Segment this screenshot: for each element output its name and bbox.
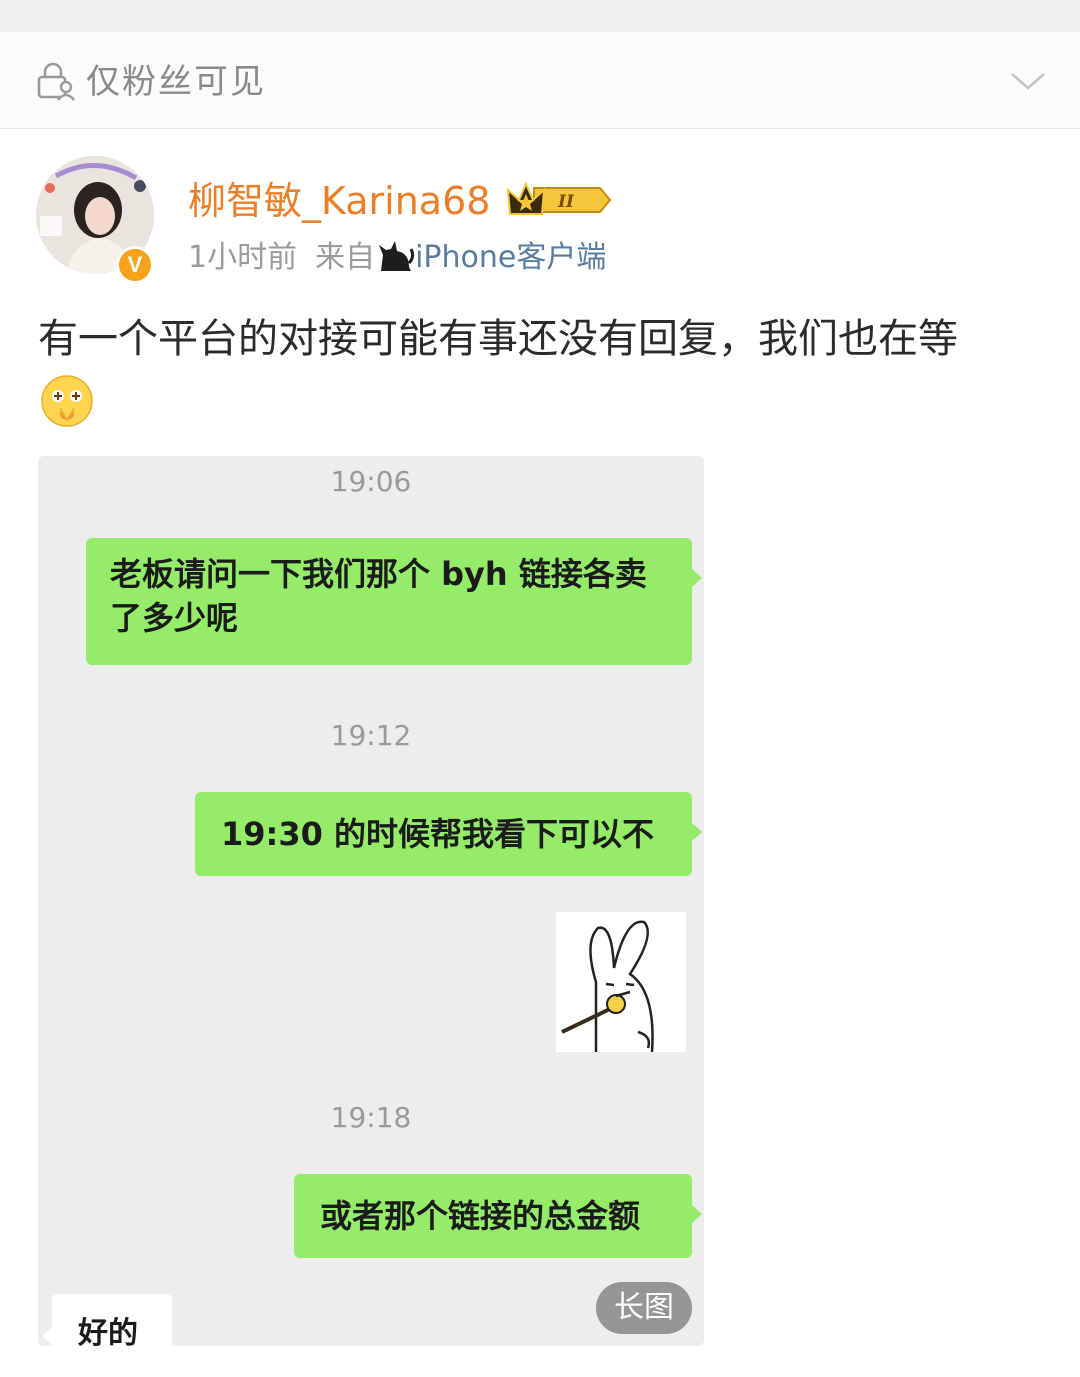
black-cat-icon <box>379 241 415 271</box>
visibility-label: 仅粉丝可见 <box>86 62 266 102</box>
post-text: 有一个平台的对接可能有事还没有回复，我们也在等 <box>38 316 958 362</box>
top-divider-strip <box>0 0 1080 32</box>
chat-bubble-sent: 19:30 的时候帮我看下可以不 <box>195 792 702 876</box>
source-prefix: 来自 <box>315 240 376 275</box>
visibility-bar[interactable]: 仅粉丝可见 <box>0 32 1080 129</box>
chat-screenshot-image[interactable]: 19:06 老板请问一下我们那个 byh 链接各卖了多少呢 19:12 19:3… <box>38 456 704 1346</box>
chat-timestamp: 19:12 <box>330 719 412 752</box>
chat-bubble-sent: 或者那个链接的总金额 <box>294 1174 702 1258</box>
pleading-face-emoji-icon <box>41 375 93 427</box>
chat-timestamp: 19:06 <box>330 465 412 498</box>
chat-timestamp: 19:18 <box>330 1101 412 1134</box>
long-image-badge[interactable]: 长图 <box>596 1282 692 1334</box>
weibo-post-page: 仅粉丝可见 V 柳智敏_Karina68 II 1小时前 来自 iPhone客户端 <box>0 0 1080 1377</box>
vip-crown-badge-icon[interactable]: II <box>506 180 612 220</box>
badge-level-text: II <box>557 192 575 212</box>
rabbit-sticker-icon <box>556 912 686 1052</box>
lock-person-icon <box>37 62 75 101</box>
verified-badge: V <box>116 246 154 284</box>
post-time: 1小时前 <box>188 240 298 275</box>
source-client-link[interactable]: iPhone客户端 <box>415 240 606 275</box>
author-name[interactable]: 柳智敏_Karina68 <box>188 174 490 228</box>
post-meta: 1小时前 来自 iPhone客户端 <box>188 236 606 280</box>
chat-bubble-received: 好的 <box>42 1294 172 1346</box>
chat-bubble-sent: 老板请问一下我们那个 byh 链接各卖了多少呢 <box>86 538 702 665</box>
chevron-down-icon[interactable] <box>1008 68 1048 94</box>
